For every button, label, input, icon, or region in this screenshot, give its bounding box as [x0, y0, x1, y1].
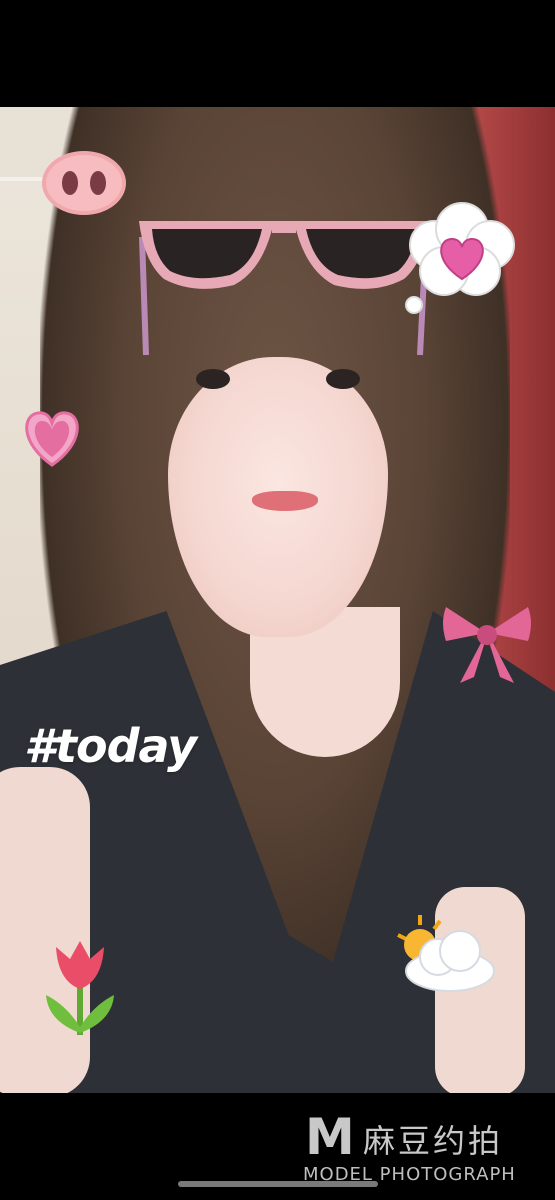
mouth: [252, 491, 318, 511]
cloud-heart-icon: [405, 202, 515, 314]
selfie-photo: #today: [0, 107, 555, 1093]
tulip-icon: [46, 941, 114, 1035]
left-eye: [196, 369, 230, 389]
bow-icon: [443, 607, 531, 683]
svg-text:M: M: [305, 1110, 355, 1162]
sun-cloud-icon: [397, 915, 495, 992]
caption-text: #today: [24, 719, 197, 773]
watermark-logo: M: [305, 1110, 355, 1162]
pig-nose-icon: [42, 151, 126, 215]
right-eye: [326, 369, 360, 389]
heart-icon: [25, 411, 79, 467]
left-arm: [0, 767, 90, 1093]
watermark: M 麻豆约拍 MODEL PHOTOGRAPH: [303, 1110, 543, 1190]
sunglasses-icon: [139, 221, 429, 356]
watermark-brand: 麻豆约拍: [363, 1122, 504, 1160]
home-indicator[interactable]: [178, 1181, 378, 1187]
